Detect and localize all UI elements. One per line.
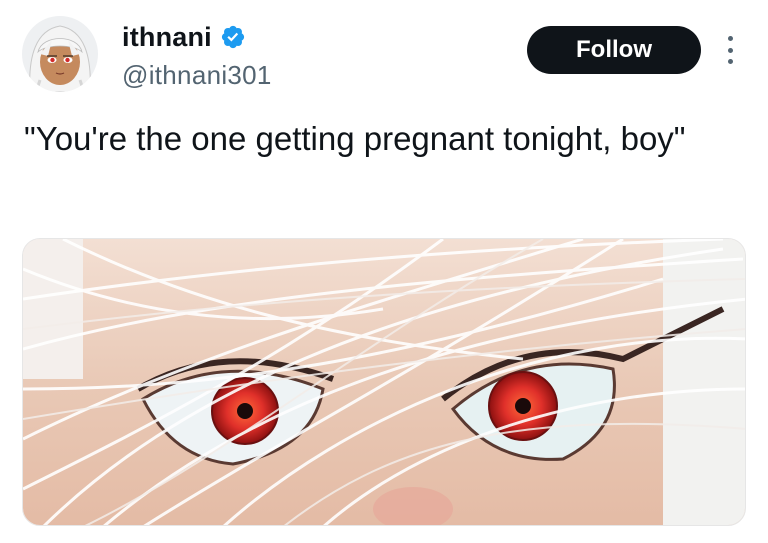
avatar[interactable] — [22, 16, 98, 92]
author-handle[interactable]: @ithnani301 — [122, 60, 272, 91]
author-names: ithnani @ithnani301 — [122, 20, 272, 91]
more-dot — [727, 59, 733, 64]
anime-eyes-image — [23, 239, 745, 525]
display-name[interactable]: ithnani — [122, 22, 212, 53]
tweet-header: ithnani @ithnani301 Follow — [0, 0, 768, 110]
more-options-icon[interactable] — [718, 30, 742, 70]
tweet-text: "You're the one getting pregnant tonight… — [24, 120, 686, 157]
anime-girl-avatar-icon — [22, 16, 98, 92]
tweet-media-image[interactable] — [22, 238, 746, 526]
more-dot — [727, 47, 733, 53]
display-name-row: ithnani — [122, 20, 272, 54]
more-dot — [727, 36, 733, 41]
follow-button[interactable]: Follow — [527, 26, 701, 74]
verified-badge-icon[interactable] — [220, 24, 246, 50]
